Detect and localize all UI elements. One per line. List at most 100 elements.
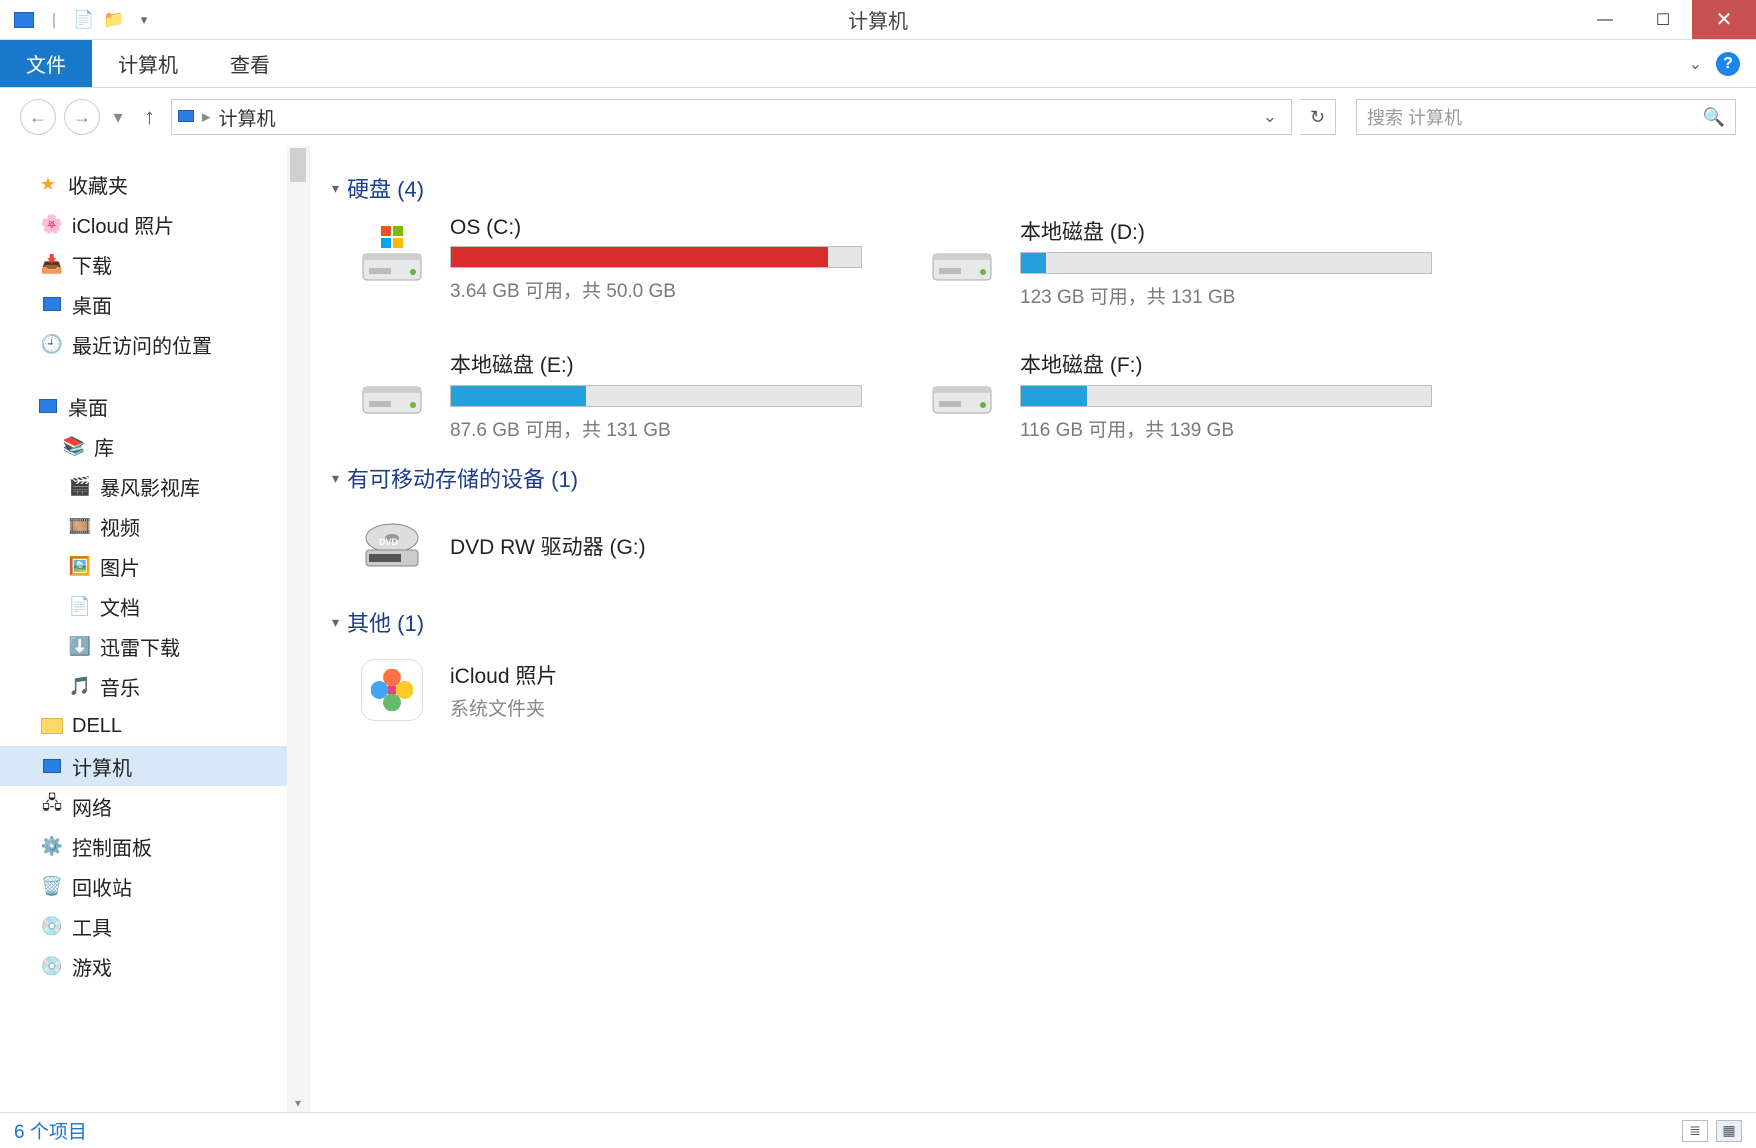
address-bar[interactable]: ▸ 计算机 ⌄ bbox=[171, 99, 1292, 135]
star-icon: ★ bbox=[36, 172, 60, 196]
maximize-button[interactable]: ☐ bbox=[1634, 0, 1692, 39]
tree-desktop[interactable]: 桌面 bbox=[0, 386, 309, 426]
drive-item[interactable]: OS (C:) 3.64 GB 可用，共 50.0 GB bbox=[352, 216, 862, 309]
qat-dropdown-icon[interactable]: ▾ bbox=[132, 8, 156, 32]
item-name: iCloud 照片 bbox=[450, 660, 557, 690]
close-button[interactable]: ✕ bbox=[1692, 0, 1756, 39]
address-dropdown-icon[interactable]: ⌄ bbox=[1255, 107, 1285, 127]
collapse-icon[interactable]: ▾ bbox=[332, 470, 339, 487]
tree-downloads[interactable]: 📥 下载 bbox=[0, 244, 309, 284]
properties-icon[interactable]: 📄 bbox=[72, 8, 96, 32]
drive-dvd[interactable]: DVD DVD RW 驱动器 (G:) bbox=[332, 506, 1734, 586]
disc-icon: 💿 bbox=[40, 954, 64, 978]
tab-computer[interactable]: 计算机 bbox=[92, 40, 204, 87]
network-icon: 🖧 bbox=[40, 794, 64, 818]
nav-back-button[interactable]: ← bbox=[20, 99, 56, 135]
minimize-button[interactable]: — bbox=[1576, 0, 1634, 39]
search-icon: 🔍 bbox=[1703, 107, 1725, 128]
tree-label: 视频 bbox=[100, 512, 140, 541]
tree-label: 暴风影视库 bbox=[100, 472, 200, 501]
navigation-tree: ▾ ★ 收藏夹 🌸 iCloud 照片 📥 下载 桌面 🕘 最近访 bbox=[0, 146, 310, 1112]
section-label: 其他 (1) bbox=[347, 606, 424, 638]
breadcrumb-item[interactable]: 计算机 bbox=[219, 104, 276, 131]
drive-name: 本地磁盘 (F:) bbox=[1020, 349, 1432, 379]
recent-icon: 🕘 bbox=[40, 332, 64, 356]
view-details-button[interactable]: ≣ bbox=[1682, 1120, 1708, 1142]
drive-item[interactable]: 本地磁盘 (E:)87.6 GB 可用，共 131 GB bbox=[352, 349, 862, 442]
tree-lib-thunder[interactable]: ⬇️迅雷下载 bbox=[0, 626, 309, 666]
tree-label: 下载 bbox=[72, 250, 112, 279]
folder-icon[interactable]: 📁 bbox=[102, 8, 126, 32]
view-tiles-button[interactable]: ▦ bbox=[1716, 1120, 1742, 1142]
title-bar: | 📄 📁 ▾ 计算机 — ☐ ✕ bbox=[0, 0, 1756, 40]
nav-history-dropdown[interactable]: ▾ bbox=[108, 99, 128, 135]
tree-games[interactable]: 💿 游戏 bbox=[0, 946, 309, 986]
tree-label: 控制面板 bbox=[72, 832, 152, 861]
collapse-icon[interactable]: ▾ bbox=[332, 180, 339, 197]
tab-view[interactable]: 查看 bbox=[204, 40, 296, 87]
collapse-icon[interactable]: ▾ bbox=[332, 614, 339, 631]
drive-item[interactable]: 本地磁盘 (F:) 116 GB 可用，共 139 GB bbox=[922, 349, 1432, 442]
tree-control-panel[interactable]: ⚙️ 控制面板 bbox=[0, 826, 309, 866]
tree-lib-music[interactable]: 🎵 音乐 bbox=[0, 666, 309, 706]
tree-computer[interactable]: 计算机 bbox=[0, 746, 309, 786]
tree-label: 迅雷下载 bbox=[100, 632, 180, 661]
drive-stats: 87.6 GB 可用，共 131 GB bbox=[450, 415, 862, 442]
quick-access-toolbar: | 📄 📁 ▾ bbox=[0, 8, 156, 32]
drive-name: OS (C:) bbox=[450, 216, 862, 240]
tree-label: 收藏夹 bbox=[68, 170, 128, 199]
tree-label: DELL bbox=[72, 715, 122, 738]
section-hard-disk[interactable]: ▾ 硬盘 (4) bbox=[332, 172, 1734, 204]
scrollbar-thumb[interactable] bbox=[290, 148, 306, 182]
drive-stats: 116 GB 可用，共 139 GB bbox=[1020, 415, 1432, 442]
section-other[interactable]: ▾ 其他 (1) bbox=[332, 606, 1734, 638]
tree-label: 桌面 bbox=[68, 392, 108, 421]
photos-icon: 🌸 bbox=[40, 212, 64, 236]
scrollbar-down-icon[interactable]: ▾ bbox=[287, 1096, 309, 1110]
ribbon: 文件 计算机 查看 ⌄ ? bbox=[0, 40, 1756, 88]
tree-recycle-bin[interactable]: 🗑️回收站 bbox=[0, 866, 309, 906]
photos-app-icon bbox=[352, 650, 432, 730]
tree-library[interactable]: 📚 库 bbox=[0, 426, 309, 466]
recycle-icon: 🗑️ bbox=[40, 874, 64, 898]
item-icloud-photos[interactable]: iCloud 照片 系统文件夹 bbox=[332, 650, 1734, 730]
drive-stats: 123 GB 可用，共 131 GB bbox=[1020, 282, 1432, 309]
tree-tools[interactable]: 💿工具 bbox=[0, 906, 309, 946]
capacity-bar bbox=[450, 246, 862, 268]
ribbon-collapse-icon[interactable]: ⌄ bbox=[1689, 54, 1702, 74]
nav-up-button[interactable]: ↑ bbox=[136, 104, 163, 130]
content-pane: ▾ 硬盘 (4) OS (C:) 3.64 GB 可用，共 50.0 GB 本地磁盘… bbox=[310, 146, 1756, 1112]
drive-item[interactable]: 本地磁盘 (D:) 123 GB 可用，共 131 GB bbox=[922, 216, 1432, 309]
tree-lib-video[interactable]: 🎞️视频 bbox=[0, 506, 309, 546]
tree-desktop-fav[interactable]: 桌面 bbox=[0, 284, 309, 324]
tree-label: 图片 bbox=[100, 552, 140, 581]
tree-recent[interactable]: 🕘 最近访问的位置 bbox=[0, 324, 309, 364]
refresh-button[interactable]: ↻ bbox=[1300, 99, 1336, 135]
tab-file[interactable]: 文件 bbox=[0, 40, 92, 87]
tree-lib-docs[interactable]: 📄文档 bbox=[0, 586, 309, 626]
tree-favorites[interactable]: ★ 收藏夹 bbox=[0, 164, 309, 204]
section-label: 有可移动存储的设备 (1) bbox=[347, 462, 578, 494]
tree-icloud-photos[interactable]: 🌸 iCloud 照片 bbox=[0, 204, 309, 244]
nav-forward-button[interactable]: → bbox=[64, 99, 100, 135]
help-icon[interactable]: ? bbox=[1716, 52, 1740, 76]
tree-label: iCloud 照片 bbox=[72, 210, 174, 239]
tree-label: 计算机 bbox=[72, 752, 132, 781]
tree-lib-pictures[interactable]: 🖼️图片 bbox=[0, 546, 309, 586]
tree-network[interactable]: 🖧网络 bbox=[0, 786, 309, 826]
drive-stats: 3.64 GB 可用，共 50.0 GB bbox=[450, 276, 862, 303]
breadcrumb-sep-icon: ▸ bbox=[202, 107, 211, 127]
control-panel-icon: ⚙️ bbox=[40, 834, 64, 858]
tree-label: 游戏 bbox=[72, 952, 112, 981]
folder-down-icon: 📥 bbox=[40, 252, 64, 276]
capacity-bar bbox=[450, 385, 862, 407]
music-icon: 🎵 bbox=[68, 674, 92, 698]
drive-name: 本地磁盘 (D:) bbox=[1020, 216, 1432, 246]
sidebar-scrollbar[interactable]: ▾ bbox=[287, 146, 309, 1112]
section-removable[interactable]: ▾ 有可移动存储的设备 (1) bbox=[332, 462, 1734, 494]
tree-label: 音乐 bbox=[100, 672, 140, 701]
section-label: 硬盘 (4) bbox=[347, 172, 424, 204]
tree-dell[interactable]: DELL bbox=[0, 706, 309, 746]
search-input[interactable]: 搜索 计算机 🔍 bbox=[1356, 99, 1736, 135]
tree-lib-baofeng[interactable]: 🎬暴风影视库 bbox=[0, 466, 309, 506]
